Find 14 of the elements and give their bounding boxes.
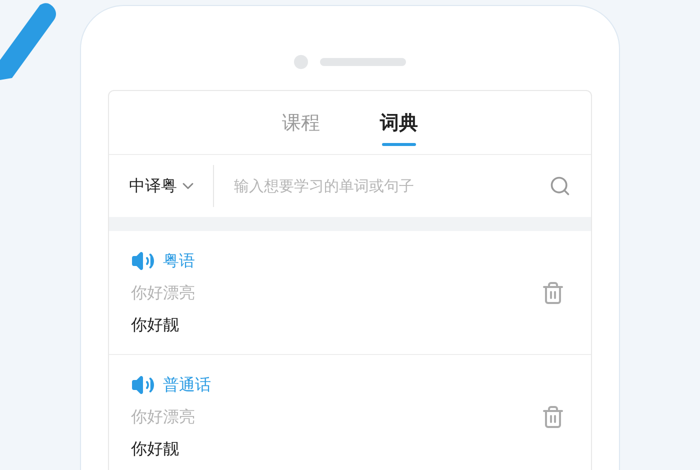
translation-text: 你好靓 (131, 314, 180, 336)
search-field[interactable]: 输入想要学习的单词或句子 (234, 174, 549, 198)
tab[interactable]: 词典 (380, 108, 418, 154)
source-text: 你好漂亮 (131, 282, 196, 304)
translation-text: 你好靓 (131, 438, 180, 460)
language-dropdown[interactable]: 中译粤 (109, 165, 214, 207)
camera-icon (294, 55, 308, 69)
trash-icon[interactable] (541, 404, 565, 428)
speaker-icon (320, 58, 406, 66)
language-label: 普通话 (163, 374, 211, 396)
source-text: 你好漂亮 (131, 406, 196, 428)
language-label: 粤语 (163, 250, 195, 272)
search-icon[interactable] (549, 175, 571, 197)
trash-icon[interactable] (541, 280, 565, 304)
